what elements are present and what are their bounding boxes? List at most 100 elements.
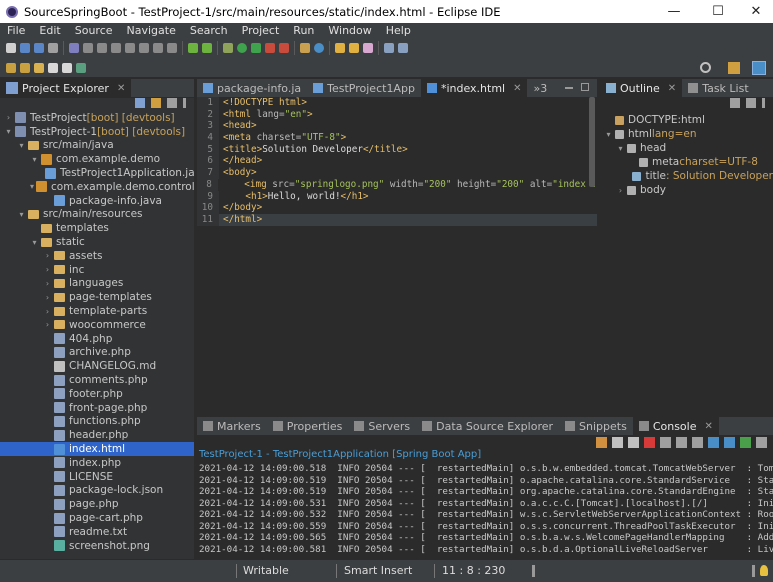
sort-icon[interactable]	[746, 98, 756, 108]
pin-editor-icon[interactable]	[76, 62, 86, 73]
tree-item[interactable]: footer.php	[0, 387, 194, 401]
close-icon[interactable]: ✕	[513, 83, 521, 94]
editor-scrollbar[interactable]	[589, 97, 595, 187]
menu-run[interactable]: Run	[286, 24, 321, 37]
pin-console-icon[interactable]	[724, 437, 735, 448]
menu-project[interactable]: Project	[235, 24, 287, 37]
chevron-right-icon[interactable]: ›	[43, 251, 52, 260]
chevron-right-icon[interactable]: ›	[43, 307, 52, 316]
show-on-output-icon[interactable]	[708, 437, 719, 448]
menu-navigate[interactable]: Navigate	[120, 24, 183, 37]
maximize-button[interactable]: ☐	[698, 0, 738, 23]
outline-node[interactable]: ▾ head	[604, 141, 773, 155]
editor-tab-overflow[interactable]: »3	[527, 79, 553, 98]
print-icon[interactable]	[48, 43, 58, 53]
suspend-icon[interactable]	[97, 43, 107, 53]
tree-item[interactable]: package-info.java	[0, 194, 194, 208]
view-menu-icon[interactable]	[762, 98, 765, 108]
resume-icon[interactable]	[83, 43, 93, 53]
display-console-icon[interactable]	[740, 437, 751, 448]
status-insert-mode[interactable]: Smart Insert	[344, 564, 412, 577]
tree-item[interactable]: 404.php	[0, 332, 194, 346]
tree-item[interactable]: ▾ src/main/resources	[0, 208, 194, 222]
tree-item[interactable]: package-lock.json	[0, 484, 194, 498]
status-menu-icon[interactable]	[532, 565, 535, 577]
tree-item[interactable]: front-page.php	[0, 401, 194, 415]
status-menu-icon[interactable]	[752, 565, 755, 577]
close-button[interactable]: ✕	[736, 0, 773, 23]
tree-item[interactable]: › languages	[0, 277, 194, 291]
tree-item[interactable]: ▾ com.example.demo.controller	[0, 180, 208, 194]
tree-item[interactable]: › inc	[0, 263, 194, 277]
tree-item[interactable]: screenshot.png	[0, 539, 194, 553]
menu-help[interactable]: Help	[379, 24, 418, 37]
external-tools-icon[interactable]	[265, 43, 275, 53]
tab-properties[interactable]: Properties	[267, 417, 349, 436]
new-java-package-icon[interactable]	[300, 43, 310, 53]
coverage-icon[interactable]	[251, 43, 261, 53]
tab-console[interactable]: Console ✕	[632, 416, 719, 436]
close-icon[interactable]: ✕	[117, 83, 125, 94]
tree-item[interactable]: page-cart.php	[0, 511, 194, 525]
clear-console-icon[interactable]	[660, 437, 671, 448]
tab-data-source-explorer[interactable]: Data Source Explorer	[416, 417, 559, 436]
previous-annotation-icon[interactable]	[20, 62, 30, 73]
boot-dashboard-icon[interactable]	[188, 43, 198, 53]
chevron-down-icon[interactable]: ▾	[616, 144, 625, 153]
chevron-down-icon[interactable]: ▾	[30, 238, 39, 247]
remove-all-icon[interactable]	[612, 437, 623, 448]
tree-item[interactable]: TestProject1Application.java	[0, 166, 207, 180]
new-class-icon[interactable]	[314, 43, 324, 53]
collapse-all-icon[interactable]	[730, 98, 740, 108]
word-wrap-icon[interactable]	[692, 437, 703, 448]
web-browser-icon[interactable]	[384, 43, 394, 53]
chevron-down-icon[interactable]: ▾	[604, 130, 613, 139]
tree-item[interactable]: ▾ TestProject-1 [boot] [devtools]	[0, 125, 194, 139]
back-icon[interactable]	[48, 62, 58, 73]
outline-node[interactable]: title : Solution Developer	[604, 169, 773, 183]
step-over-icon[interactable]	[153, 43, 163, 53]
skip-breakpoints-icon[interactable]	[69, 43, 79, 53]
chevron-down-icon[interactable]: ▾	[30, 155, 39, 164]
tree-item[interactable]: ▾ src/main/java	[0, 139, 194, 153]
save-all-icon[interactable]	[34, 43, 44, 53]
chevron-down-icon[interactable]: ▾	[17, 210, 26, 219]
tree-item[interactable]: › template-parts	[0, 304, 194, 318]
close-icon[interactable]: ✕	[704, 421, 712, 432]
link-with-editor-icon[interactable]	[151, 98, 161, 108]
terminate-icon[interactable]	[644, 437, 655, 448]
save-icon[interactable]	[20, 43, 30, 53]
tree-item[interactable]: functions.php	[0, 415, 194, 429]
step-into-icon[interactable]	[139, 43, 149, 53]
collapse-all-icon[interactable]	[135, 98, 145, 108]
spring-icon[interactable]	[202, 43, 212, 53]
open-type-icon[interactable]	[335, 43, 345, 53]
tab-servers[interactable]: Servers	[348, 417, 416, 436]
editor-tab[interactable]: *index.html ✕	[420, 78, 528, 98]
open-perspective-icon[interactable]	[728, 62, 740, 74]
menu-search[interactable]: Search	[183, 24, 235, 37]
java-perspective-icon[interactable]	[752, 61, 766, 75]
open-task-icon[interactable]	[349, 43, 359, 53]
editor-tab[interactable]: package-info.ja	[197, 79, 307, 98]
forward-icon[interactable]	[62, 62, 72, 73]
maximize-icon[interactable]	[581, 83, 589, 91]
tab-markers[interactable]: Markers	[197, 417, 267, 436]
chevron-right-icon[interactable]: ›	[4, 113, 13, 122]
tree-item[interactable]: ▾ static	[0, 235, 194, 249]
chevron-right-icon[interactable]: ›	[43, 320, 52, 329]
menu-edit[interactable]: Edit	[32, 24, 67, 37]
tree-item[interactable]: › assets	[0, 249, 194, 263]
annotation-icon[interactable]	[398, 43, 408, 53]
tree-item[interactable]: CHANGELOG.md	[0, 359, 194, 373]
tip-bulb-icon[interactable]	[760, 565, 768, 576]
chevron-down-icon[interactable]: ▾	[30, 182, 34, 191]
chevron-right-icon[interactable]: ›	[616, 186, 625, 195]
tab-project-explorer[interactable]: Project Explorer ✕	[0, 78, 132, 98]
new-file-icon[interactable]	[6, 43, 16, 53]
tab-snippets[interactable]: Snippets	[559, 417, 633, 436]
step-return-icon[interactable]	[167, 43, 177, 53]
minimize-icon[interactable]	[565, 87, 573, 89]
search-icon[interactable]	[700, 62, 711, 73]
outline-node[interactable]: › body	[604, 183, 773, 197]
